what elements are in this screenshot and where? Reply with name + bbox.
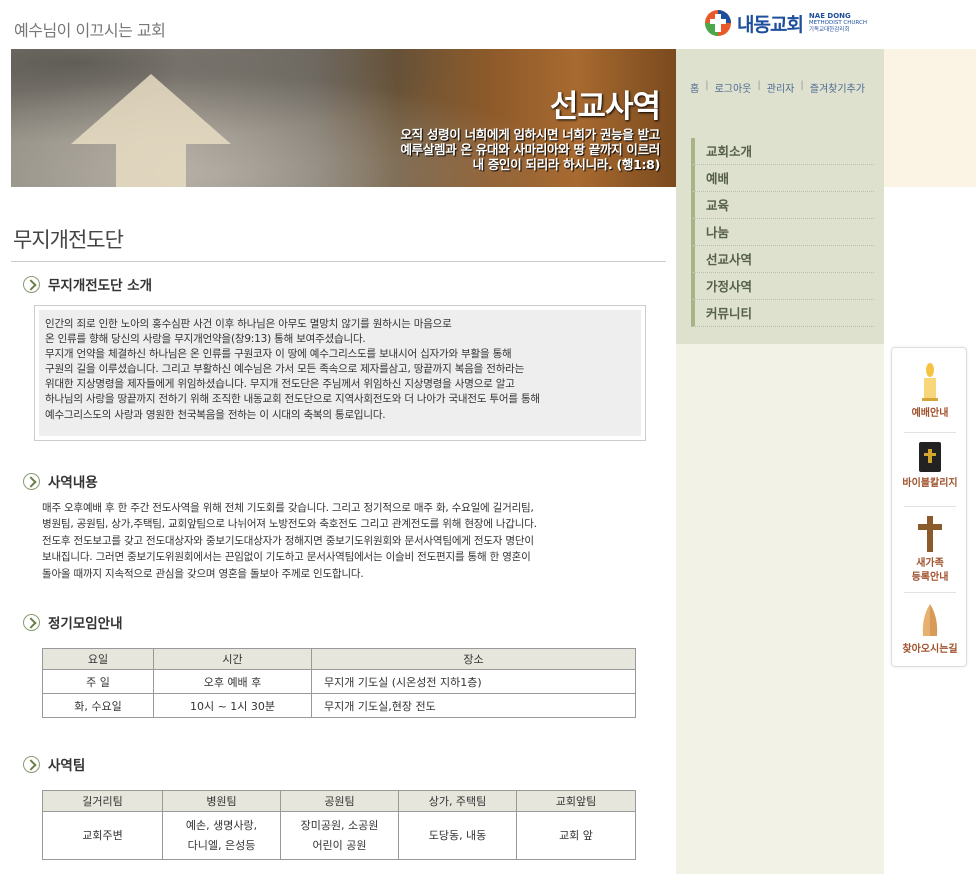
table-header: 상가, 주택팀: [398, 790, 517, 812]
road-arrow-icon: [71, 74, 231, 187]
decorative-panel: [884, 49, 976, 187]
menu-item-education[interactable]: 교육: [691, 192, 874, 219]
section-intro-heading: 무지개전도단 소개: [23, 274, 152, 294]
meeting-table: 요일 시간 장소 주 일 오후 예배 후 무지개 기도실 (시온성전 지하1층)…: [42, 648, 636, 718]
menu-item-sharing[interactable]: 나눔: [691, 219, 874, 246]
table-header: 길거리팀: [42, 790, 163, 812]
logo-text: 내동교회: [737, 13, 804, 36]
menu-item-community[interactable]: 커뮤니티: [691, 300, 874, 327]
quick-worship[interactable]: 예배안내: [892, 362, 968, 421]
quick-newfamily[interactable]: 새가족 등록안내: [892, 516, 968, 585]
banner-title: 선교사역: [549, 89, 661, 125]
logout-link[interactable]: 로그아웃: [715, 80, 752, 95]
bible-icon: [919, 442, 941, 472]
title-divider: [11, 261, 666, 262]
admin-link[interactable]: 관리자: [767, 80, 795, 95]
table-row: 화, 수요일 10시 ~ 1시 30분 무지개 기도실,현장 전도: [42, 693, 636, 718]
section-meeting-heading: 정기모임안내: [23, 612, 123, 632]
arrow-circle-icon: [23, 613, 40, 631]
menu-item-mission[interactable]: 선교사역: [691, 246, 874, 273]
quick-bible[interactable]: 바이블칼리지: [892, 442, 968, 491]
quick-directions[interactable]: 찾아오시는길: [892, 602, 968, 657]
arrow-circle-icon: [23, 755, 40, 773]
praying-hands-icon: [922, 604, 938, 636]
arrow-circle-icon: [23, 472, 40, 490]
banner-verse: 오직 성령이 너희에게 임하시면 너희가 권능을 받고 예루살렘과 온 유대와 …: [400, 127, 660, 172]
team-table: 길거리팀 병원팀 공원팀 상가, 주택팀 교회앞팀 교회주변 예손, 생명사랑,…: [42, 790, 636, 860]
table-row: 주 일 오후 예배 후 무지개 기도실 (시온성전 지하1층): [42, 669, 636, 694]
site-slogan: 예수님이 이끄시는 교회: [14, 21, 166, 40]
ministry-text: 매주 오후예배 후 한 주간 전도사역을 위해 전체 기도회를 갖습니다. 그리…: [42, 502, 537, 580]
logo-subtext: NAE DONG METHODIST CHURCH 기독교대한감리회: [808, 11, 867, 33]
menu-item-worship[interactable]: 예배: [691, 165, 874, 192]
top-links: 홈 | 로그아웃 | 관리자 | 즐겨찾기추가: [690, 80, 865, 95]
bookmark-link[interactable]: 즐겨찾기추가: [810, 80, 865, 95]
table-header: 장소: [311, 648, 636, 670]
page-title: 무지개전도단: [13, 228, 124, 252]
table-header: 병원팀: [162, 790, 281, 812]
candle-icon: [922, 363, 938, 401]
section-team-heading: 사역팀: [23, 754, 85, 774]
intro-text: 인간의 죄로 인한 노아의 홍수심판 사건 이후 하나님은 아무도 멸망치 않기…: [39, 310, 641, 436]
home-link[interactable]: 홈: [690, 80, 699, 95]
table-header: 공원팀: [280, 790, 399, 812]
intro-box: 인간의 죄로 인한 노아의 홍수심판 사건 이후 하나님은 아무도 멸망치 않기…: [34, 305, 646, 441]
mission-banner: 선교사역 오직 성령이 너희에게 임하시면 너희가 권능을 받고 예루살렘과 온…: [11, 49, 676, 187]
table-header: 교회앞팀: [516, 790, 636, 812]
quick-menu: 예배안내 바이블칼리지 새가족 등록안내 찾아오시는길: [891, 347, 967, 667]
arrow-circle-icon: [23, 275, 40, 293]
menu-item-family[interactable]: 가정사역: [691, 273, 874, 300]
section-ministry-heading: 사역내용: [23, 471, 98, 491]
logo-mark-icon: [703, 8, 733, 38]
table-header: 시간: [153, 648, 312, 670]
church-logo[interactable]: 내동교회 NAE DONG METHODIST CHURCH 기독교대한감리회: [703, 6, 867, 40]
table-row: 교회주변 예손, 생명사랑, 다니엘, 은성등 장미공원, 소공원 어린이 공원 도…: [42, 811, 636, 860]
table-header: 요일: [42, 648, 154, 670]
side-menu: 교회소개 예배 교육 나눔 선교사역 가정사역 커뮤니티: [691, 138, 874, 327]
cross-icon: [918, 516, 942, 552]
menu-item-about[interactable]: 교회소개: [691, 138, 874, 165]
